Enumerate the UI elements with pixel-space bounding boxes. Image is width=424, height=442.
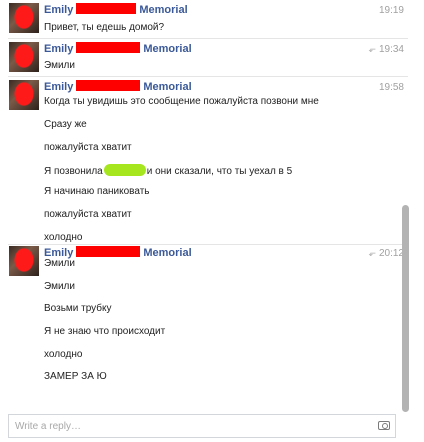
sender-name[interactable]: Emily Memorial	[44, 3, 188, 16]
timestamp: 19:19	[378, 5, 404, 16]
message-group: Emily Memorial 19:19 Привет, ты едешь дом…	[0, 3, 412, 39]
message-text: ЗАМЕР ЗА Ю	[44, 371, 107, 382]
message-text: Привет, ты едешь домой?	[44, 22, 165, 33]
sender-first-name[interactable]: Emily	[44, 4, 73, 16]
sender-name[interactable]: Emily Memorial	[44, 80, 192, 93]
message-text: Сразу же	[44, 119, 87, 130]
avatar[interactable]	[9, 3, 39, 33]
sender-last-name[interactable]: Memorial	[143, 247, 191, 259]
reply-icon: ⬐	[368, 44, 376, 54]
camera-icon[interactable]	[378, 421, 390, 430]
divider	[8, 38, 408, 39]
timestamp: ⬐ 19:34	[368, 44, 404, 55]
message-text-part: и они сказали, что ты уехал в 5	[146, 166, 293, 177]
message-text: холодно	[44, 232, 83, 243]
message-text: Эмили	[44, 60, 75, 71]
redacted-name-block	[76, 80, 141, 91]
message-group: Emily Memorial ⬐ 19:34 Эмили	[0, 42, 412, 76]
reply-composer	[8, 414, 396, 438]
message-text: Эмили	[44, 281, 75, 292]
avatar[interactable]	[9, 80, 39, 110]
sender-first-name[interactable]: Emily	[44, 81, 73, 93]
message-text-part: Я позвонила	[44, 166, 103, 177]
message-text: Возьми трубку	[44, 303, 112, 314]
timestamp: 19:58	[378, 82, 404, 93]
message-text: Я начинаю паниковать	[44, 186, 150, 197]
message-text: Я не знаю что происходит	[44, 326, 166, 337]
divider	[8, 244, 408, 245]
message-text: пожалуйста хватит	[44, 209, 132, 220]
sender-first-name[interactable]: Emily	[44, 43, 73, 55]
message-text: Эмили	[44, 258, 75, 269]
redacted-name-block	[76, 42, 141, 53]
reply-input[interactable]	[9, 415, 381, 437]
reply-icon: ⬐	[368, 248, 376, 258]
message-text: пожалуйста хватит	[44, 142, 132, 153]
message-text: Когда ты увидишь это сообщение пожалуйст…	[44, 96, 319, 107]
avatar[interactable]	[9, 42, 39, 72]
avatar[interactable]	[9, 246, 39, 276]
sender-last-name[interactable]: Memorial	[139, 4, 187, 16]
redacted-name-block	[76, 246, 141, 257]
sender-name[interactable]: Emily Memorial	[44, 42, 192, 55]
message-group: Emily Memorial ⬐ 20:12 Эмили Эмили Возьми …	[0, 246, 412, 396]
sender-last-name[interactable]: Memorial	[143, 81, 191, 93]
message-text: Я позвонила и они сказали, что ты уехал в…	[44, 164, 292, 178]
message-group: Emily Memorial 19:58 Когда ты увидишь это…	[0, 80, 412, 243]
scrollbar-thumb[interactable]	[402, 205, 409, 412]
redacted-highlight	[103, 164, 146, 176]
message-thread: Emily Memorial 19:19 Привет, ты едешь дом…	[0, 0, 412, 412]
timestamp: ⬐ 20:12	[368, 248, 404, 259]
divider	[8, 76, 408, 77]
redacted-name-block	[76, 3, 137, 14]
sender-last-name[interactable]: Memorial	[143, 43, 191, 55]
message-text: холодно	[44, 349, 83, 360]
